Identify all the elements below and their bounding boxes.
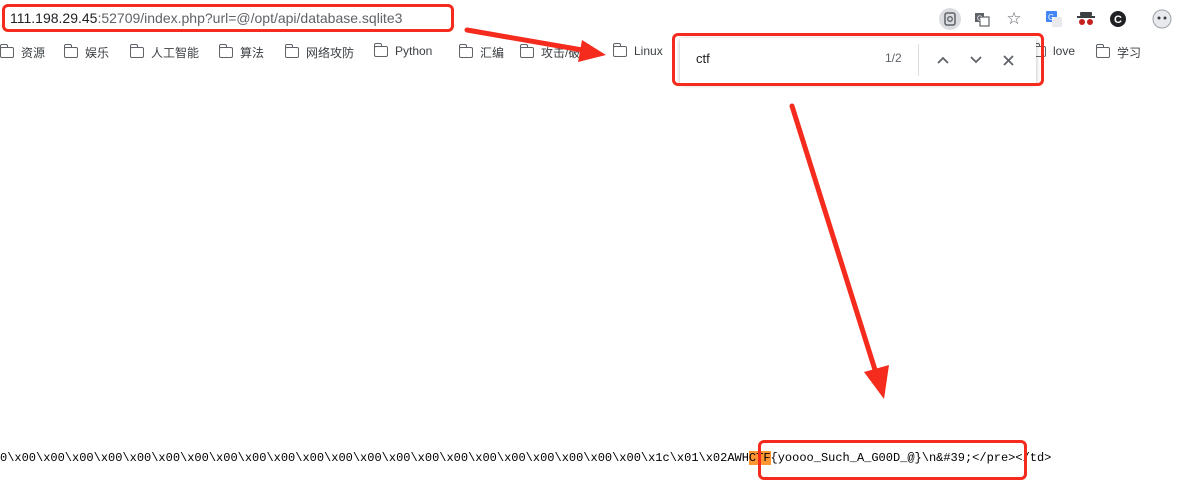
arrow-findbar-to-flag bbox=[789, 103, 889, 399]
annotation-arrows bbox=[464, 27, 889, 399]
arrow-url-to-bookmarks bbox=[464, 27, 606, 62]
